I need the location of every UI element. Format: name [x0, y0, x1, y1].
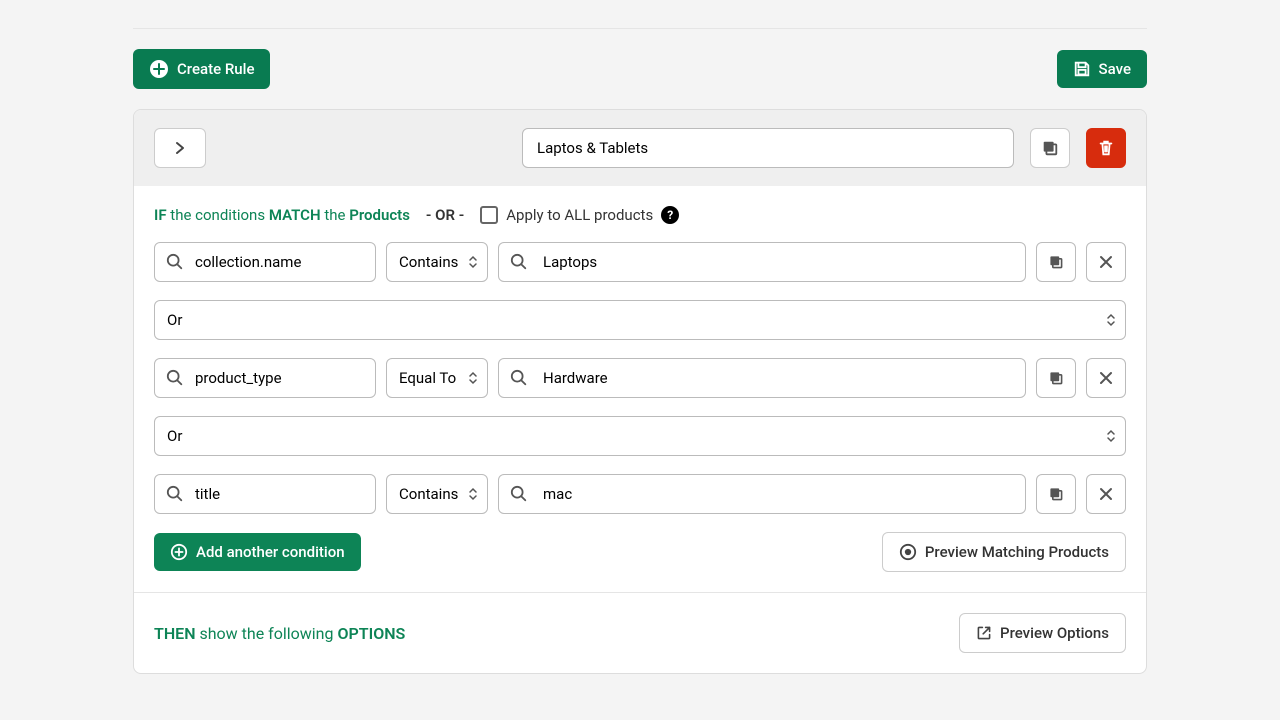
- eye-icon: [899, 543, 917, 561]
- trash-icon: [1097, 139, 1115, 157]
- remove-condition-button[interactable]: [1086, 242, 1126, 282]
- apply-all-label: Apply to ALL products: [506, 206, 653, 224]
- apply-all-checkbox[interactable]: [480, 206, 498, 224]
- add-condition-button[interactable]: Add another condition: [154, 533, 361, 571]
- external-link-icon: [976, 625, 992, 641]
- copy-icon: [1048, 370, 1064, 386]
- close-icon: [1099, 255, 1113, 269]
- condition-value-input[interactable]: [498, 242, 1026, 282]
- condition-operator-select[interactable]: Contains: [386, 474, 488, 514]
- then-label: THEN show the following OPTIONS: [154, 624, 405, 643]
- if-conditions-label: IF the conditions MATCH the Products: [154, 206, 410, 224]
- rule-name-input[interactable]: [522, 128, 1014, 168]
- duplicate-condition-button[interactable]: [1036, 358, 1076, 398]
- expand-toggle-button[interactable]: [154, 128, 206, 168]
- condition-value-input[interactable]: [498, 358, 1026, 398]
- preview-options-label: Preview Options: [1000, 624, 1109, 642]
- condition-value-input[interactable]: [498, 474, 1026, 514]
- help-icon[interactable]: ?: [661, 206, 679, 224]
- condition-field-input[interactable]: [154, 242, 376, 282]
- copy-icon: [1048, 486, 1064, 502]
- plus-circle-icon: [170, 543, 188, 561]
- create-rule-label: Create Rule: [177, 60, 254, 78]
- or-separator: - OR -: [426, 206, 464, 224]
- remove-condition-button[interactable]: [1086, 358, 1126, 398]
- close-icon: [1099, 371, 1113, 385]
- condition-field-input[interactable]: [154, 358, 376, 398]
- duplicate-condition-button[interactable]: [1036, 474, 1076, 514]
- add-condition-label: Add another condition: [196, 543, 345, 561]
- save-icon: [1073, 60, 1091, 78]
- delete-rule-button[interactable]: [1086, 128, 1126, 168]
- chevron-right-icon: [173, 141, 187, 155]
- connector-select[interactable]: Or: [154, 416, 1126, 456]
- remove-condition-button[interactable]: [1086, 474, 1126, 514]
- copy-icon: [1048, 254, 1064, 270]
- duplicate-rule-button[interactable]: [1030, 128, 1070, 168]
- save-button[interactable]: Save: [1057, 50, 1147, 88]
- copy-icon: [1041, 139, 1059, 157]
- duplicate-condition-button[interactable]: [1036, 242, 1076, 282]
- condition-operator-select[interactable]: Contains: [386, 242, 488, 282]
- condition-field-input[interactable]: [154, 474, 376, 514]
- preview-matching-button[interactable]: Preview Matching Products: [882, 532, 1126, 572]
- close-icon: [1099, 487, 1113, 501]
- preview-options-button[interactable]: Preview Options: [959, 613, 1126, 653]
- preview-matching-label: Preview Matching Products: [925, 543, 1109, 561]
- plus-circle-icon: [149, 59, 169, 79]
- create-rule-button[interactable]: Create Rule: [133, 49, 270, 89]
- condition-operator-select[interactable]: Equal To: [386, 358, 488, 398]
- connector-select[interactable]: Or: [154, 300, 1126, 340]
- save-label: Save: [1099, 60, 1131, 78]
